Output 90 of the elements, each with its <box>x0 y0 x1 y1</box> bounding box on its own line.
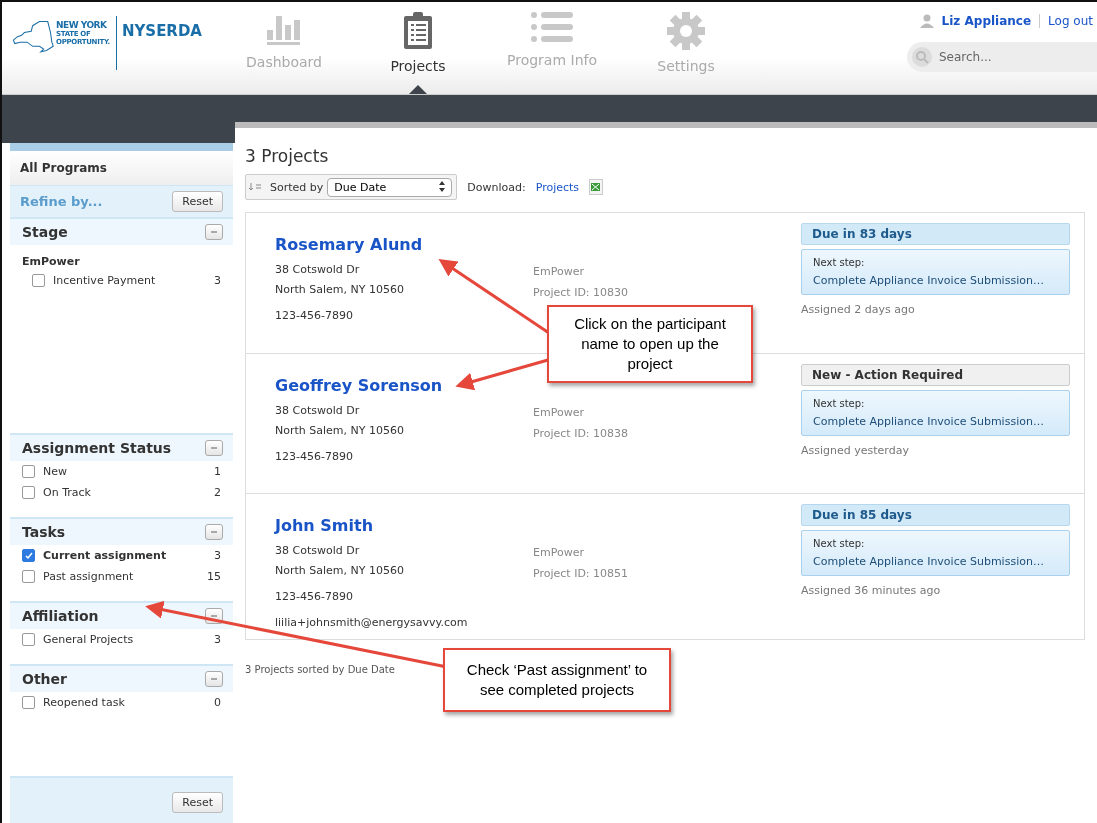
section-title: Other <box>22 671 67 687</box>
results-summary: 3 Projects sorted by Due Date <box>245 664 395 675</box>
phone-number: 123-456-7890 <box>275 590 354 603</box>
refine-label: Refine by... <box>20 194 103 209</box>
gear-icon <box>667 12 705 50</box>
clipboard-icon <box>403 12 433 50</box>
minus-icon <box>210 228 218 236</box>
annotation-callout: Check ‘Past assignment’ to see completed projects <box>443 648 671 712</box>
project-id: Project ID: 10851 <box>533 567 630 580</box>
program-name: EmPower <box>533 406 585 419</box>
city-address: North Salem, NY 10560 <box>275 564 405 577</box>
reset-button[interactable]: Reset <box>172 792 223 813</box>
street-address: 38 Cotswold Dr <box>275 404 361 417</box>
annotation-callout: Click on the participant name to open up the project <box>547 305 753 383</box>
next-step-label: Next step: <box>813 398 866 409</box>
collapse-button[interactable] <box>205 671 223 687</box>
filter-label: Reopened task <box>43 696 126 709</box>
list-icon <box>531 12 573 44</box>
filter-label: Past assignment <box>43 570 135 583</box>
filter-count: 3 <box>214 549 221 562</box>
filter-label: Current assignment <box>43 549 168 562</box>
checkbox[interactable] <box>22 549 35 562</box>
street-address: 38 Cotswold Dr <box>275 544 361 557</box>
participant-name-link[interactable]: Rosemary Alund <box>275 235 533 254</box>
spreadsheet-icon[interactable] <box>589 179 604 195</box>
checkbox[interactable] <box>22 570 35 583</box>
assigned-time: Assigned 36 minutes ago <box>801 584 942 597</box>
program-name: EmPower <box>533 265 585 278</box>
filter-count: 3 <box>214 633 221 646</box>
filter-label: Incentive Payment <box>53 274 157 287</box>
section-title: Stage <box>22 224 68 240</box>
logo-text: NEW YORK <box>56 20 108 30</box>
participant-name-link[interactable]: Geoffrey Sorenson <box>275 376 533 395</box>
next-step-text: Complete Appliance Invoice Submission… <box>813 415 1045 428</box>
phone-number: 123-456-7890 <box>275 309 354 322</box>
search-field[interactable]: Search... <box>907 42 1097 72</box>
filter-label: On Track <box>43 486 92 499</box>
logout-link[interactable]: Log out <box>1039 14 1097 28</box>
filter-count: 0 <box>214 696 221 709</box>
section-title: Tasks <box>22 524 66 540</box>
collapse-button[interactable] <box>205 524 223 540</box>
user-icon <box>919 14 934 28</box>
user-name-link[interactable]: Liz Appliance <box>941 14 1032 28</box>
stepper-icon <box>439 180 446 192</box>
checkbox[interactable] <box>32 274 45 287</box>
status-banner: Due in 83 days <box>801 223 1070 245</box>
collapse-button[interactable] <box>205 224 223 240</box>
section-title: Assignment Status <box>22 440 172 456</box>
sort-label: Sorted by <box>270 180 324 194</box>
phone-number: 123-456-7890 <box>275 450 354 463</box>
assigned-time: Assigned 2 days ago <box>801 303 916 316</box>
filter-count: 2 <box>214 486 221 499</box>
checkbox[interactable] <box>22 633 35 646</box>
email-address: liilia+johnsmith@energysavvy.com <box>275 616 469 629</box>
filter-count: 1 <box>214 465 221 478</box>
filter-count: 3 <box>214 274 221 287</box>
minus-icon <box>210 675 218 683</box>
next-step-label: Next step: <box>813 257 866 268</box>
street-address: 38 Cotswold Dr <box>275 263 361 276</box>
next-step-text: Complete Appliance Invoice Submission… <box>813 274 1045 287</box>
status-banner: New - Action Required <box>801 364 1070 386</box>
group-title: EmPower <box>21 254 81 270</box>
checkbox[interactable] <box>22 486 35 499</box>
participant-name-link[interactable]: John Smith <box>275 516 533 535</box>
page-title: 3 Projects <box>245 146 330 166</box>
collapse-button[interactable] <box>205 440 223 456</box>
minus-icon <box>210 528 218 536</box>
minus-icon <box>210 444 218 452</box>
program-name: EmPower <box>533 546 585 559</box>
project-id: Project ID: 10838 <box>533 427 630 440</box>
assigned-time: Assigned yesterday <box>801 444 910 457</box>
brand-name: NYSERDA <box>115 16 202 70</box>
status-banner: Due in 85 days <box>801 504 1070 526</box>
checkbox[interactable] <box>22 696 35 709</box>
city-address: North Salem, NY 10560 <box>275 283 405 296</box>
download-link[interactable]: Projects <box>535 180 580 194</box>
download-label: Download: <box>467 180 526 194</box>
reset-button[interactable]: Reset <box>172 191 223 212</box>
filter-label: New <box>43 465 68 478</box>
checkbox[interactable] <box>22 465 35 478</box>
section-title: Affiliation <box>22 608 99 624</box>
project-id: Project ID: 10830 <box>533 286 630 299</box>
next-step-text: Complete Appliance Invoice Submission… <box>813 555 1045 568</box>
sort-dropdown[interactable]: Due Date <box>327 177 453 197</box>
filter-label: General Projects <box>43 633 135 646</box>
next-step-label: Next step: <box>813 538 866 549</box>
filter-count: 15 <box>207 570 221 583</box>
minus-icon <box>210 612 218 620</box>
search-icon <box>911 46 933 68</box>
city-address: North Salem, NY 10560 <box>275 424 405 437</box>
